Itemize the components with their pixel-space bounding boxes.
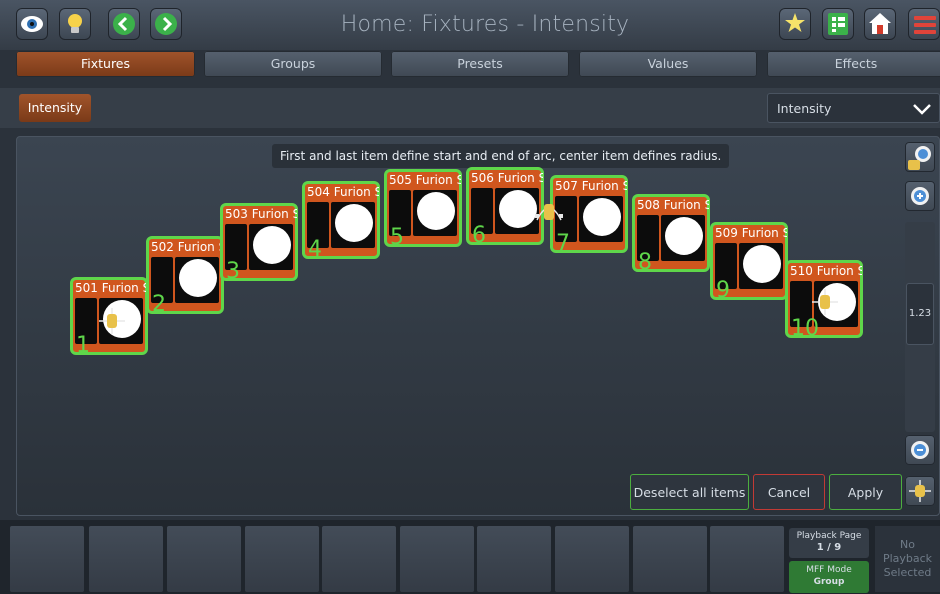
deselect-all-button[interactable]: Deselect all items (630, 474, 749, 510)
fixture-502[interactable]: 502 Furion S 2 (146, 236, 224, 317)
no-playback-line: Playback (882, 552, 933, 565)
magic-button[interactable] (779, 8, 811, 40)
playback-slot-5[interactable] (322, 526, 396, 592)
fixture-number: 9 (716, 278, 730, 303)
fixture-number: 6 (472, 223, 486, 248)
arc-radius-handle-icon[interactable] (532, 196, 566, 226)
fixture-name: 508 Furion S (637, 198, 709, 212)
tab-fixtures[interactable]: Fixtures (16, 51, 195, 77)
sheet-button[interactable] (822, 8, 854, 40)
lightbulb-icon (68, 14, 82, 33)
tab-values[interactable]: Values (579, 51, 757, 77)
cancel-button[interactable]: Cancel (753, 474, 825, 510)
tab-effects[interactable]: Effects (767, 51, 940, 77)
fixture-number: 5 (390, 225, 404, 250)
arc-start-handle-icon[interactable] (97, 306, 127, 336)
fixture-509[interactable]: 509 Furion S 9 (710, 222, 788, 303)
fixture-503[interactable]: 503 Furion S 3 (220, 203, 298, 284)
fixture-505[interactable]: 505 Furion S 5 (384, 169, 462, 250)
home-button[interactable] (864, 8, 896, 40)
playback-slot-9[interactable] (633, 526, 707, 592)
intensity-button[interactable]: Intensity (19, 94, 91, 122)
minus-icon (911, 441, 929, 459)
fixture-name: 506 Furion S (471, 171, 543, 185)
arrow-left-icon (113, 13, 135, 35)
fixture-number: 7 (556, 231, 570, 256)
no-playback-line: No (900, 538, 915, 551)
mff-mode-button[interactable]: MFF Mode Group (789, 561, 869, 593)
fixture-beam-dot (743, 245, 781, 283)
fixture-name: 505 Furion S (389, 173, 461, 187)
mff-mode-value: Group (813, 577, 845, 587)
fixture-name: 501 Furion S (75, 281, 147, 295)
arc-end-handle-icon[interactable] (810, 287, 840, 317)
dropdown-value: Intensity (777, 101, 832, 116)
menu-button[interactable] (908, 8, 940, 40)
fixture-number: 2 (152, 292, 166, 317)
tab-bar: Fixtures Groups Presets Values Effects (0, 51, 940, 79)
locate-button[interactable] (905, 142, 935, 172)
playback-slot-2[interactable] (89, 526, 163, 592)
fixture-name: 507 Furion S (555, 179, 627, 193)
zoom-out-button[interactable] (905, 435, 935, 465)
tab-presets[interactable]: Presets (391, 51, 569, 77)
no-playback-line: Selected (883, 566, 932, 579)
fixture-number: 8 (638, 250, 652, 275)
playback-slot-6[interactable] (400, 526, 474, 592)
zoom-in-button[interactable] (905, 181, 935, 211)
fixture-name: 504 Furion S (307, 185, 379, 199)
mff-mode-label: MFF Mode (806, 565, 852, 575)
lightbulb-button[interactable] (59, 8, 91, 40)
back-button[interactable] (108, 8, 140, 40)
playback-page-button[interactable]: Playback Page 1 / 9 (789, 528, 869, 558)
no-playback-status: No Playback Selected (875, 526, 940, 592)
fixture-beam-dot (665, 217, 703, 255)
fixture-504[interactable]: 504 Furion S 4 (302, 181, 380, 262)
arrow-right-icon (155, 13, 177, 35)
eye-button[interactable] (16, 8, 48, 40)
playback-slot-3[interactable] (167, 526, 241, 592)
attribute-bar: Intensity Intensity (0, 88, 940, 128)
fixture-beam-dot (335, 204, 373, 242)
fixture-name: 502 Furion S (151, 240, 223, 254)
playback-page-value: 1 / 9 (816, 542, 842, 553)
playback-slot-1[interactable] (10, 526, 84, 592)
magic-wand-icon (785, 13, 805, 32)
magnifier-icon (908, 146, 931, 170)
playback-slot-10[interactable] (710, 526, 784, 592)
playback-slot-8[interactable] (555, 526, 629, 592)
position-tool-button[interactable] (905, 476, 935, 506)
fixture-beam-dot (583, 198, 621, 236)
grid-sheet-icon (828, 13, 848, 35)
playback-slot-7[interactable] (477, 526, 551, 592)
forward-button[interactable] (150, 8, 182, 40)
playback-page-label: Playback Page (796, 531, 862, 541)
fixture-beam-dot (179, 259, 217, 297)
move-handle-icon (909, 480, 931, 502)
playback-bar: Playback Page 1 / 9 MFF Mode Group No Pl… (0, 520, 940, 594)
fixture-name: 509 Furion S (715, 226, 787, 240)
fixture-508[interactable]: 508 Furion S 8 (632, 194, 710, 275)
attribute-dropdown[interactable]: Intensity (767, 93, 940, 123)
eye-icon (21, 16, 43, 32)
window-title: Home: Fixtures - Intensity (340, 12, 630, 37)
zoom-slider-thumb[interactable]: 1.23 (906, 283, 934, 345)
fixture-name: 503 Furion S (225, 207, 297, 221)
fixture-number: 1 (76, 333, 90, 358)
top-bar: Home: Fixtures - Intensity (0, 0, 940, 50)
playback-slot-4[interactable] (245, 526, 319, 592)
home-icon (869, 13, 891, 34)
arc-hint: First and last item define start and end… (272, 144, 730, 168)
chevron-down-icon (913, 104, 931, 115)
fixture-number: 3 (226, 259, 240, 284)
tab-groups[interactable]: Groups (204, 51, 382, 77)
plus-icon (911, 187, 929, 205)
fixture-beam-dot (417, 192, 455, 230)
fixture-number: 4 (308, 237, 322, 262)
apply-button[interactable]: Apply (829, 474, 902, 510)
fixture-number: 10 (791, 316, 819, 341)
fixture-beam-dot (253, 226, 291, 264)
menu-icon (914, 16, 936, 34)
fixture-name: 510 Furion S (790, 264, 862, 278)
